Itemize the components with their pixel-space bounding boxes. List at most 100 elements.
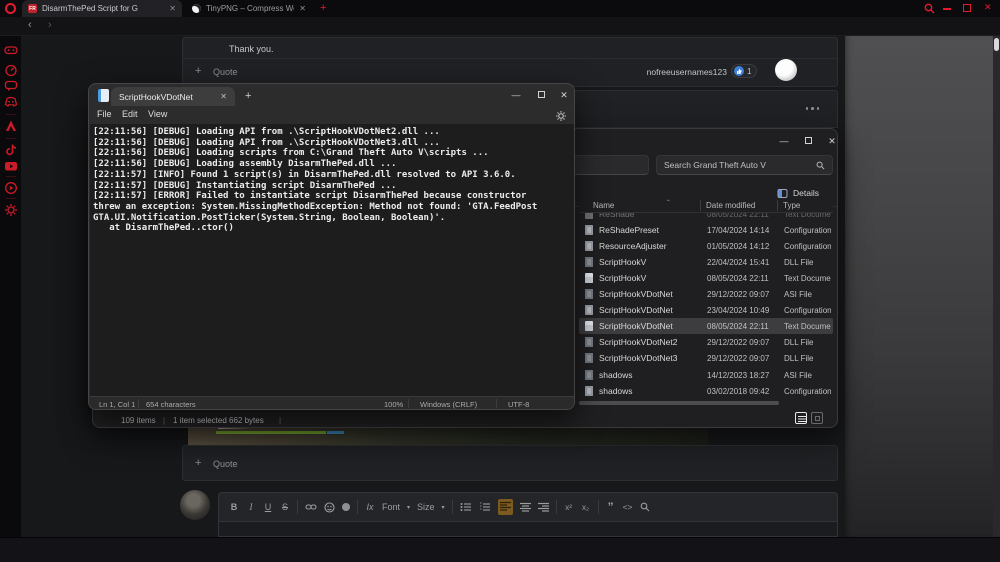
- browser-tab-inactive[interactable]: TinyPNG – Compress WebP ✕: [186, 0, 312, 17]
- file-row[interactable]: shadows14/12/2023 18:27ASI File: [579, 367, 833, 383]
- forward-icon[interactable]: ›: [48, 16, 52, 35]
- notepad-app-icon: [98, 89, 109, 102]
- editor-text-area[interactable]: [218, 522, 838, 537]
- column-divider[interactable]: [777, 200, 778, 211]
- window-close-button[interactable]: ✕: [984, 2, 992, 13]
- code-button[interactable]: <>: [623, 502, 633, 512]
- bullet-list-icon[interactable]: [460, 502, 472, 512]
- encoding[interactable]: UTF-8: [508, 400, 529, 409]
- window-close-button[interactable]: ✕: [825, 135, 838, 147]
- file-row[interactable]: ResourceAdjuster01/05/2024 14:12Configur…: [579, 238, 833, 254]
- youtube-icon[interactable]: [4, 159, 18, 173]
- explorer-search-input[interactable]: Search Grand Theft Auto V: [656, 155, 833, 175]
- reply-avatar[interactable]: [180, 490, 210, 520]
- size-select[interactable]: Size: [417, 502, 435, 512]
- line-ending[interactable]: Windows (CRLF): [420, 400, 477, 409]
- tab-close-icon[interactable]: ✕: [299, 4, 306, 13]
- link-icon[interactable]: [305, 502, 317, 512]
- file-row[interactable]: ScriptHookVDotNet329/12/2022 09:07DLL Fi…: [579, 350, 833, 366]
- strikethrough-button[interactable]: S: [280, 502, 290, 512]
- file-row[interactable]: ScriptHookVDotNet23/04/2024 10:49Configu…: [579, 302, 833, 318]
- notepad-tab[interactable]: ScriptHookVDotNet ✕: [111, 87, 235, 106]
- superscript-button[interactable]: x²: [564, 503, 574, 512]
- window-minimize-button[interactable]: [943, 8, 951, 10]
- column-name[interactable]: Name: [593, 201, 614, 210]
- like-badge[interactable]: 1: [731, 64, 757, 78]
- editor-search-icon[interactable]: [640, 502, 650, 512]
- new-tab-button[interactable]: +: [320, 2, 326, 14]
- menu-edit[interactable]: Edit: [122, 109, 138, 119]
- zoom-level[interactable]: 100%: [384, 400, 403, 409]
- tab-title: TinyPNG – Compress WebP: [206, 4, 294, 13]
- align-left-button[interactable]: [498, 499, 513, 515]
- emoji-icon[interactable]: [324, 502, 335, 513]
- username-link[interactable]: nofreeusernames123: [613, 67, 727, 77]
- text-color-icon[interactable]: [342, 503, 350, 511]
- window-close-button[interactable]: ✕: [557, 89, 571, 101]
- gx-corner-icon[interactable]: [4, 43, 18, 57]
- column-divider[interactable]: [700, 200, 701, 211]
- discord-icon[interactable]: [4, 95, 18, 109]
- file-icon: [585, 225, 593, 235]
- sort-caret-icon: ˆ: [667, 199, 670, 208]
- quote-plus-icon[interactable]: +: [195, 457, 201, 469]
- tab-close-icon[interactable]: ✕: [220, 92, 227, 101]
- browser-tab-active[interactable]: FR DisarmThePed Script for G ✕: [22, 0, 182, 17]
- file-row[interactable]: shadows03/02/2018 09:42Configuration set…: [579, 383, 833, 399]
- window-minimize-button[interactable]: —: [777, 135, 791, 147]
- chevron-down-icon: ▾: [442, 504, 445, 511]
- settings-gear-icon[interactable]: [4, 203, 18, 217]
- window-minimize-button[interactable]: —: [509, 89, 523, 101]
- window-restore-button[interactable]: [963, 4, 971, 12]
- column-type[interactable]: Type: [783, 201, 800, 210]
- file-row[interactable]: ScriptHookVDotNet29/12/2022 09:07ASI Fil…: [579, 286, 833, 302]
- back-icon[interactable]: ‹: [28, 16, 32, 35]
- file-row[interactable]: ScriptHookVDotNet229/12/2022 09:07DLL Fi…: [579, 334, 833, 350]
- align-center-button[interactable]: [520, 502, 531, 512]
- menu-file[interactable]: File: [97, 109, 112, 119]
- clear-format-button[interactable]: Ix: [365, 502, 375, 512]
- tiktok-icon[interactable]: [4, 143, 18, 157]
- notepad-text-area[interactable]: [22:11:56] [DEBUG] Loading API from .\Sc…: [90, 124, 574, 396]
- details-view-toggle[interactable]: [795, 412, 807, 424]
- page-scrollbar-thumb[interactable]: [994, 38, 999, 51]
- quote-button[interactable]: Quote: [213, 459, 238, 469]
- browser-search-icon[interactable]: [924, 3, 935, 14]
- post-options-icon[interactable]: [806, 107, 820, 110]
- bold-button[interactable]: B: [229, 502, 239, 512]
- file-row[interactable]: ScriptHookV08/05/2024 22:11Text Document: [579, 270, 833, 286]
- subscript-button[interactable]: x₂: [581, 503, 591, 512]
- file-row[interactable]: ReShadePreset17/04/2024 14:14Configurati…: [579, 222, 833, 238]
- quote-button[interactable]: Quote: [213, 67, 238, 77]
- align-right-button[interactable]: [538, 502, 549, 512]
- window-maximize-button[interactable]: [805, 137, 812, 144]
- armor-bar: [327, 431, 344, 434]
- opera-menu-icon[interactable]: [5, 3, 16, 14]
- messenger-icon[interactable]: [4, 79, 18, 93]
- file-icon: [585, 337, 593, 347]
- italic-button[interactable]: I: [246, 502, 256, 512]
- media-player-icon[interactable]: [4, 181, 18, 195]
- new-tab-button[interactable]: +: [245, 90, 251, 102]
- menu-view[interactable]: View: [148, 109, 167, 119]
- underline-button[interactable]: U: [263, 502, 273, 512]
- icons-view-toggle[interactable]: [811, 412, 823, 424]
- tab-close-icon[interactable]: ✕: [169, 4, 176, 13]
- divider: |: [279, 416, 281, 425]
- column-date-modified[interactable]: Date modified: [706, 201, 755, 210]
- horizontal-scrollbar[interactable]: [579, 401, 779, 405]
- file-row[interactable]: ScriptHookV22/04/2024 15:41DLL File: [579, 254, 833, 270]
- numbered-list-icon[interactable]: [479, 502, 491, 512]
- blockquote-button[interactable]: ”: [606, 500, 616, 514]
- page-scrollbar[interactable]: [993, 36, 1000, 537]
- window-maximize-button[interactable]: [538, 91, 545, 98]
- user-avatar[interactable]: [775, 59, 797, 81]
- hot-tabs-killer-icon[interactable]: [4, 63, 18, 77]
- settings-gear-icon[interactable]: [555, 110, 567, 122]
- file-row-selected[interactable]: ScriptHookVDotNet08/05/2024 22:11Text Do…: [579, 318, 833, 334]
- font-select[interactable]: Font: [382, 502, 400, 512]
- forum-post-panel: Thank you. + Quote nofreeusernames123 1: [182, 37, 838, 87]
- gx-mods-icon[interactable]: [4, 119, 18, 133]
- divider: |: [163, 416, 165, 425]
- quote-plus-icon[interactable]: +: [195, 65, 201, 77]
